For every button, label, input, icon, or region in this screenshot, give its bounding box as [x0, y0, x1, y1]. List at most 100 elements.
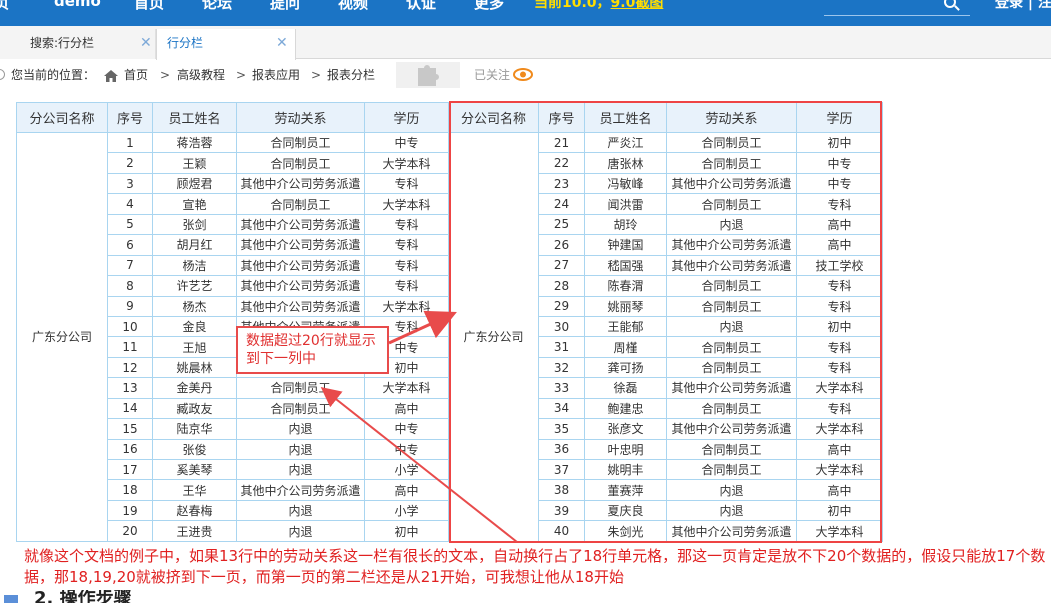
heading-marker — [4, 595, 18, 603]
table-cell: 22 — [538, 152, 585, 174]
eye-icon[interactable] — [513, 68, 533, 81]
table-cell: 34 — [538, 397, 585, 420]
table-cell: 合同制员工 — [236, 193, 365, 215]
table-cell: 专科 — [364, 275, 449, 297]
nav-item-more[interactable]: 更多 — [474, 0, 504, 13]
table-cell: 冯敏峰 — [584, 172, 667, 195]
nav-item-demo[interactable]: demo — [54, 0, 101, 10]
table-cell: 其他中介公司劳务派遣 — [236, 213, 365, 236]
table-cell: 中专 — [364, 438, 449, 461]
table-cell: 大学本科 — [796, 418, 883, 440]
table-cell: 21 — [538, 131, 585, 154]
table-cell: 3 — [107, 172, 153, 195]
table-cell: 许艺艺 — [152, 275, 237, 297]
nav-item-home[interactable]: 首页 — [134, 0, 164, 13]
col-header: 序号 — [538, 102, 585, 133]
table-cell: 姚明丰 — [584, 458, 667, 481]
promo-link[interactable]: 9.0截图 — [611, 0, 664, 11]
tab-row-column[interactable]: 行分栏 ✕ — [156, 29, 296, 60]
breadcrumb-item-advanced[interactable]: 高级教程 — [177, 60, 225, 90]
nav-item-certify[interactable]: 认证 — [406, 0, 436, 13]
table-cell: 18 — [107, 479, 153, 501]
col-header: 分公司名称 — [448, 102, 539, 133]
col-header: 员工姓名 — [584, 102, 667, 133]
table-cell: 高中 — [796, 479, 883, 501]
col-header: 分公司名称 — [16, 102, 108, 133]
table-cell: 35 — [538, 418, 585, 440]
close-icon[interactable]: ✕ — [140, 29, 152, 57]
table-cell: 合同制员工 — [666, 438, 797, 461]
table-cell: 专科 — [796, 295, 883, 317]
table-cell: 初中 — [796, 315, 883, 338]
close-icon[interactable]: ✕ — [276, 29, 288, 57]
table-cell: 严炎江 — [584, 131, 667, 154]
table-cell: 杨洁 — [152, 254, 237, 277]
table-cell: 专科 — [364, 213, 449, 236]
table-cell: 10 — [107, 315, 153, 338]
promo-text: 当前10.0， — [534, 0, 611, 11]
table-cell: 32 — [538, 356, 585, 379]
table-cell: 蒋浩蓉 — [152, 131, 237, 154]
table-cell: 中专 — [364, 131, 449, 154]
table-cell: 臧政友 — [152, 397, 237, 420]
breadcrumb-separator: > — [311, 68, 322, 82]
nav-item-forum[interactable]: 论坛 — [202, 0, 232, 13]
table-cell: 29 — [538, 295, 585, 317]
breadcrumb: 您当前的位置： 首页 > 高级教程 > 报表应用 > 报表分栏 已关注 — [0, 60, 1051, 90]
nav-item-0[interactable]: 页 — [0, 0, 9, 13]
branch-name-cell: 广东分公司 — [16, 132, 108, 542]
table-cell: 王进贵 — [152, 520, 237, 542]
table-cell: 内退 — [236, 438, 365, 461]
tab-search[interactable]: 搜索:行分栏 ✕ — [0, 29, 156, 59]
table-cell: 20 — [107, 520, 153, 542]
table-cell: 中专 — [796, 152, 883, 174]
table-cell: 初中 — [796, 131, 883, 154]
table-cell: 25 — [538, 213, 585, 236]
search-icon[interactable] — [944, 0, 956, 8]
version-promo: 当前10.0，9.0截图 — [534, 0, 663, 12]
table-cell: 专科 — [796, 275, 883, 297]
table-cell: 合同制员工 — [236, 397, 365, 420]
breadcrumb-separator: > — [236, 68, 247, 82]
table-cell: 内退 — [236, 458, 365, 481]
table-cell: 23 — [538, 172, 585, 195]
table-cell: 13 — [107, 377, 153, 399]
nav-item-ask[interactable]: 提问 — [270, 0, 300, 13]
table-cell: 38 — [538, 479, 585, 501]
table-cell: 钟建国 — [584, 234, 667, 256]
table-cell: 中专 — [796, 172, 883, 195]
table-cell: 高中 — [796, 234, 883, 256]
follow-status[interactable]: 已关注 — [474, 60, 510, 90]
table-cell: 合同制员工 — [236, 377, 365, 399]
table-cell: 30 — [538, 315, 585, 338]
table-cell: 高中 — [796, 213, 883, 236]
table-cell: 王颖 — [152, 152, 237, 174]
plugin-placeholder — [396, 62, 460, 88]
table-cell: 小学 — [364, 499, 449, 522]
table-cell: 15 — [107, 418, 153, 440]
table-cell: 高中 — [796, 438, 883, 461]
table-cell: 姚晨林 — [152, 356, 237, 379]
table-cell: 龚可扬 — [584, 356, 667, 379]
table-cell: 其他中介公司劳务派遣 — [236, 254, 365, 277]
table-cell: 16 — [107, 438, 153, 461]
table-cell: 合同制员工 — [666, 152, 797, 174]
table-cell: 14 — [107, 397, 153, 420]
table-cell: 专科 — [364, 254, 449, 277]
table-cell: 合同制员工 — [666, 131, 797, 154]
home-icon — [104, 70, 118, 82]
table-cell: 其他中介公司劳务派遣 — [666, 520, 797, 542]
table-cell: 大学本科 — [364, 295, 449, 317]
table-cell: 2 — [107, 152, 153, 174]
breadcrumb-item-report-column[interactable]: 报表分栏 — [327, 60, 375, 90]
breadcrumb-label: 您当前的位置： — [11, 68, 96, 82]
nav-item-video[interactable]: 视频 — [338, 0, 368, 13]
table-cell: 19 — [107, 499, 153, 522]
breadcrumb-item-home[interactable]: 首页 — [124, 60, 148, 90]
login-link[interactable]: 登录 | 注 — [995, 0, 1051, 12]
table-cell: 17 — [107, 458, 153, 481]
breadcrumb-item-report-app[interactable]: 报表应用 — [252, 60, 300, 90]
table-header-row: 分公司名称 序号 员工姓名 劳动关系 学历 分公司名称 序号 员工姓名 劳动关系… — [16, 102, 883, 133]
table-cell: 其他中介公司劳务派遣 — [236, 234, 365, 256]
table-cell: 其他中介公司劳务派遣 — [236, 172, 365, 195]
